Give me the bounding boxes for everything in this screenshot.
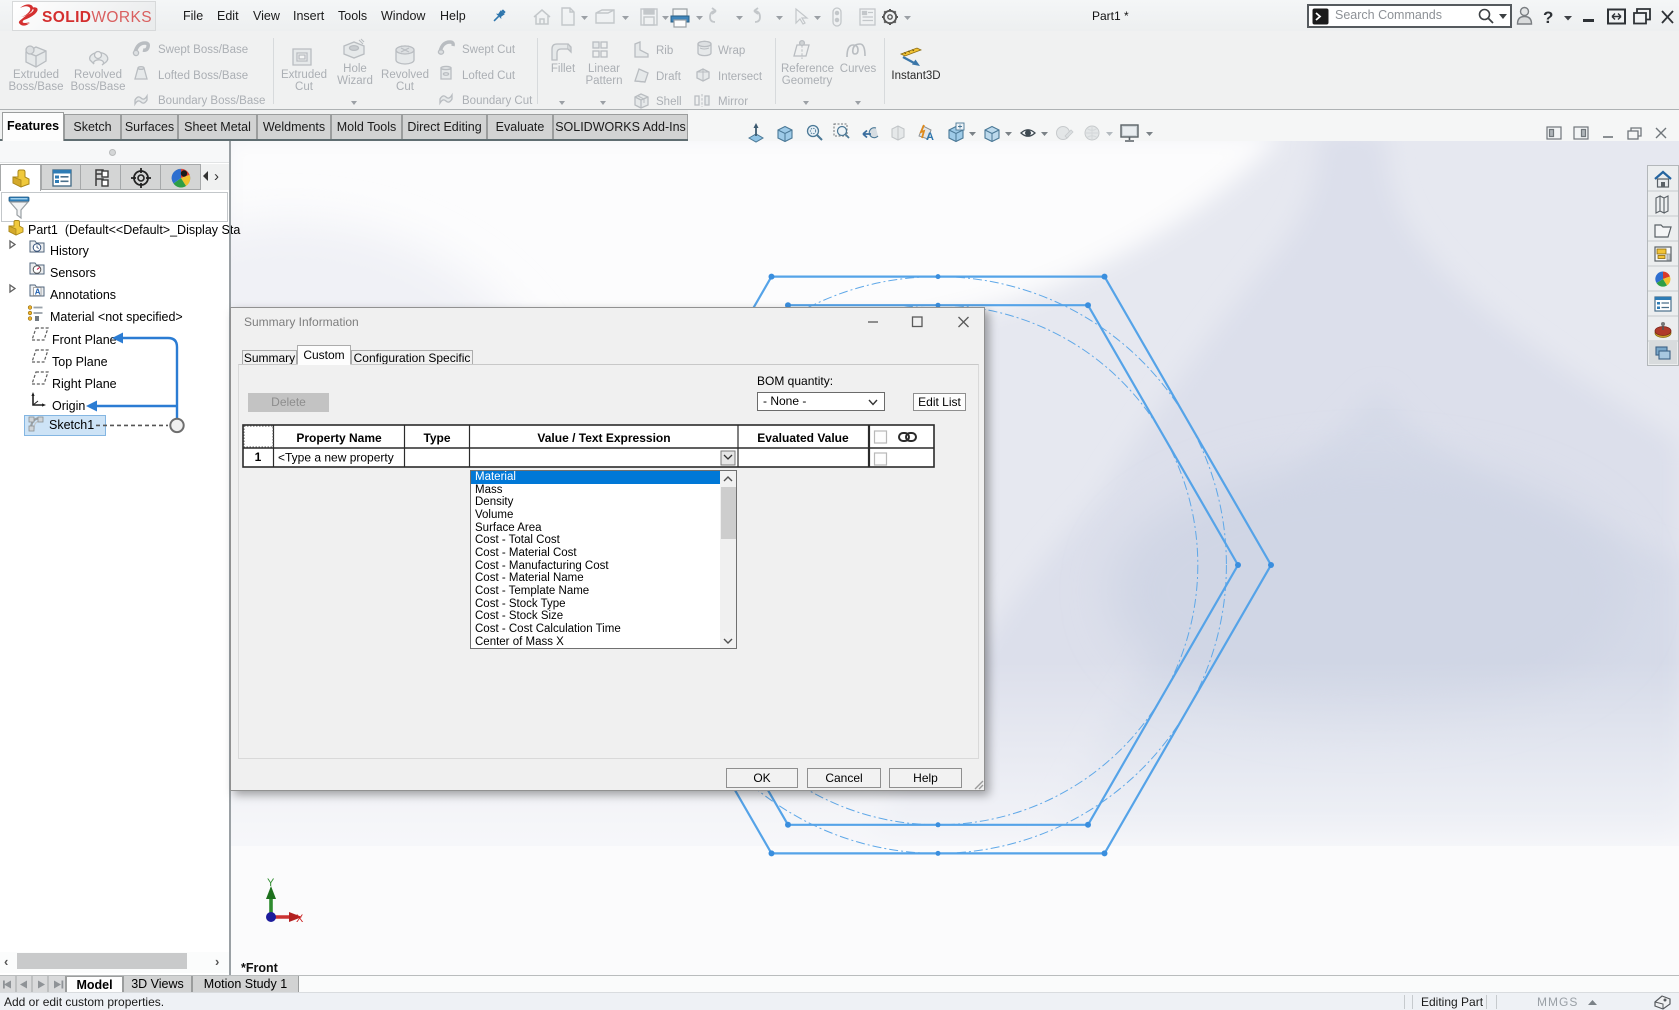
svg-text:A: A <box>926 131 934 143</box>
svg-text:SOLIDWORKS: SOLIDWORKS <box>42 9 152 26</box>
svg-text:X: X <box>296 913 304 925</box>
svg-text:1: 1 <box>255 450 262 464</box>
svg-text:*Front: *Front <box>241 961 279 975</box>
svg-text:Value / Text Expression: Value / Text Expression <box>537 431 670 445</box>
svg-text:Property Name: Property Name <box>296 431 382 445</box>
svg-text:?: ? <box>1543 8 1553 27</box>
svg-text:Y: Y <box>267 877 275 889</box>
svg-text:Type: Type <box>423 431 450 445</box>
svg-text:<Type a new property: <Type a new property <box>278 451 394 465</box>
svg-text:Evaluated Value: Evaluated Value <box>757 431 849 445</box>
